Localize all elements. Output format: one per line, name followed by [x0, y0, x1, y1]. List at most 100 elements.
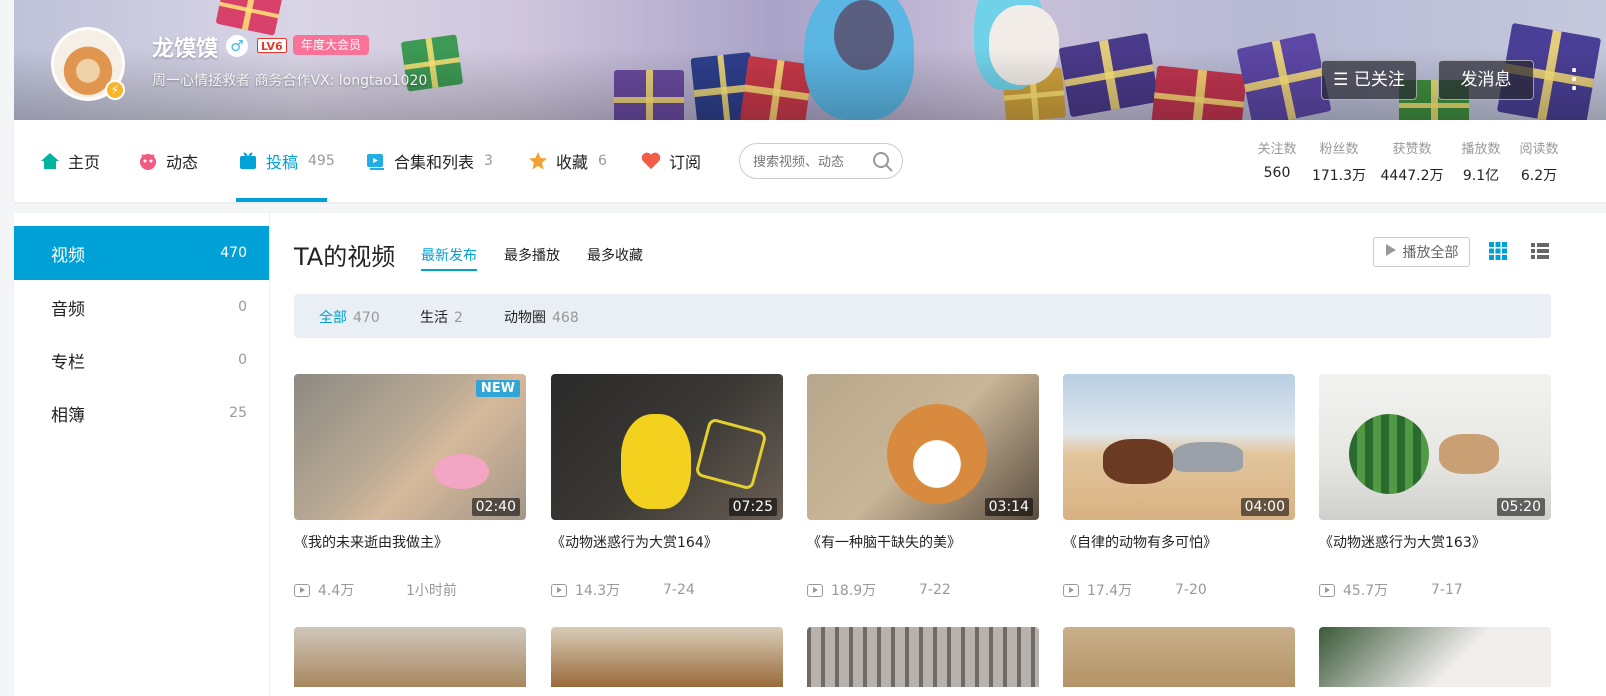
category-filter-bar: 全部 470 生活 2 动物圈 468 [294, 294, 1551, 338]
video-duration: 05:20 [1496, 498, 1545, 516]
filter-label: 生活 [420, 310, 448, 326]
search-input[interactable] [753, 152, 863, 172]
stat-reads-value: 6.2万 [1520, 168, 1558, 184]
video-title[interactable]: 《动物迷惑行为大赏163》 [1319, 532, 1551, 552]
video-thumbnail[interactable] [807, 627, 1039, 687]
video-title[interactable]: 《有一种脑干缺失的美》 [807, 532, 1039, 552]
sort-latest[interactable]: 最新发布 [421, 245, 477, 271]
video-meta: 45.7万 7-17 [1319, 580, 1551, 600]
stat-fans-label: 粉丝数 [1319, 142, 1359, 157]
stat-following-value: 560 [1263, 165, 1291, 181]
tab-favorite-count: 6 [598, 153, 607, 169]
stat-plays-label: 播放数 [1461, 142, 1501, 157]
sidebar-item-count: 0 [238, 299, 247, 315]
tab-favorite-label: 收藏 [556, 153, 589, 172]
filter-label: 全部 [319, 310, 347, 326]
content-area: 视频 470 音频 0 专栏 0 相簿 25 TA的视频 最新发布 最多播放 最… [14, 213, 1606, 696]
user-sign: 周一心情拯救者 商务合作VX: longtao1020 [152, 73, 428, 89]
video-thumbnail[interactable] [294, 627, 526, 687]
video-title[interactable]: 《动物迷惑行为大赏164》 [551, 532, 783, 552]
filter-count: 470 [353, 310, 380, 326]
search-box[interactable] [739, 143, 903, 179]
video-thumbnail[interactable]: NEW 02:40 [294, 374, 526, 520]
play-icon [1385, 243, 1397, 261]
sidebar-item-label: 专栏 [51, 352, 85, 373]
video-date: 7-24 [663, 582, 695, 598]
video-card[interactable]: 07:25 《动物迷惑行为大赏164》 14.3万 7-24 [551, 374, 783, 599]
vip-badge[interactable]: 年度大会员 [293, 35, 370, 55]
video-card[interactable]: 04:00 《自律的动物有多可怕》 17.4万 7-20 [1063, 374, 1295, 599]
stat-following[interactable]: 关注数 560 [1254, 138, 1300, 181]
favorite-icon [528, 151, 548, 171]
video-title[interactable]: 《自律的动物有多可怕》 [1063, 532, 1295, 552]
menu-icon: ☰ [1333, 70, 1354, 90]
tab-subscribe-label: 订阅 [669, 153, 702, 172]
video-thumbnail[interactable] [1319, 627, 1551, 687]
list-view-icon[interactable] [1530, 241, 1550, 265]
filter-label: 动物圈 [504, 310, 546, 326]
video-date: 7-17 [1431, 582, 1463, 598]
stat-likes: 获赞数 4447.2万 [1378, 138, 1446, 185]
tab-subscribe[interactable]: 订阅 [641, 120, 701, 202]
stat-fans[interactable]: 粉丝数 171.3万 [1310, 138, 1368, 185]
play-all-button[interactable]: 播放全部 [1373, 237, 1470, 267]
video-thumbnail[interactable] [1063, 627, 1295, 687]
play-count-icon [294, 583, 310, 597]
stat-plays-value: 9.1亿 [1462, 168, 1500, 184]
tab-home-label: 主页 [68, 153, 101, 172]
filter-count: 468 [552, 310, 579, 326]
sidebar-item-count: 470 [220, 245, 247, 261]
video-card[interactable]: 05:20 《动物迷惑行为大赏163》 45.7万 7-17 [1319, 374, 1551, 599]
tab-home[interactable]: 主页 [40, 120, 100, 202]
tab-dynamic[interactable]: 动态 [138, 120, 198, 202]
video-date: 7-22 [919, 582, 951, 598]
video-thumbnail[interactable]: 07:25 [551, 374, 783, 520]
video-thumbnail[interactable]: 03:14 [807, 374, 1039, 520]
heart-icon [641, 151, 661, 171]
video-views: 45.7万 [1343, 583, 1389, 599]
collection-icon [366, 151, 386, 171]
video-date: 7-20 [1175, 582, 1207, 598]
sidebar-item-album[interactable]: 相簿 25 [14, 386, 269, 440]
video-title[interactable]: 《我的未来逝由我做主》 [294, 532, 526, 552]
play-count-icon [1319, 583, 1335, 597]
new-badge: NEW [475, 380, 520, 397]
video-thumbnail[interactable] [551, 627, 783, 687]
tab-favorite[interactable]: 收藏 6 [528, 120, 607, 202]
sort-most-favorited[interactable]: 最多收藏 [587, 245, 643, 265]
filter-animals[interactable]: 动物圈 468 [504, 307, 579, 327]
space-nav: 主页 动态 投稿 495 合集和列表 3 收藏 6 订阅 搜索视频、动态 关注数… [14, 120, 1606, 202]
sidebar-item-label: 相簿 [51, 405, 85, 426]
sidebar-item-audio[interactable]: 音频 0 [14, 280, 269, 334]
video-thumbnail[interactable]: 05:20 [1319, 374, 1551, 520]
video-views: 4.4万 [318, 583, 355, 599]
video-card[interactable]: NEW 02:40 《我的未来逝由我做主》 4.4万 1小时前 [294, 374, 526, 599]
video-meta: 17.4万 7-20 [1063, 580, 1295, 600]
tab-upload[interactable]: 投稿 495 [238, 120, 335, 202]
stat-fans-value: 171.3万 [1311, 168, 1367, 184]
video-list-panel: TA的视频 最新发布 最多播放 最多收藏 播放全部 全部 470 生活 2 动物… [270, 213, 1606, 696]
sort-most-played[interactable]: 最多播放 [504, 245, 560, 265]
search-icon[interactable] [872, 151, 894, 177]
video-duration: 07:25 [728, 498, 777, 516]
video-card[interactable]: 03:14 《有一种脑干缺失的美》 18.9万 7-22 [807, 374, 1039, 599]
filter-all[interactable]: 全部 470 [319, 307, 380, 327]
sidebar-item-label: 视频 [51, 245, 85, 266]
send-message-button[interactable]: 发消息 [1438, 60, 1534, 100]
filter-life[interactable]: 生活 2 [420, 307, 463, 327]
video-duration: 02:40 [471, 498, 520, 516]
grid-view-icon[interactable] [1488, 241, 1508, 265]
tab-collection[interactable]: 合集和列表 3 [366, 120, 493, 202]
followed-button[interactable]: ☰ 已关注 [1321, 60, 1417, 100]
video-views: 14.3万 [575, 583, 621, 599]
sidebar-item-video[interactable]: 视频 470 [14, 226, 269, 280]
play-count-icon [551, 583, 567, 597]
video-thumbnail[interactable]: 04:00 [1063, 374, 1295, 520]
sidebar-item-article[interactable]: 专栏 0 [14, 333, 269, 387]
stat-plays: 播放数 9.1亿 [1456, 138, 1506, 185]
username[interactable]: 龙馍馍 [152, 31, 218, 63]
video-duration: 04:00 [1240, 498, 1289, 516]
more-icon[interactable]: · · · [1569, 60, 1579, 98]
page-title: TA的视频 [294, 243, 396, 271]
sidebar-item-label: 音频 [51, 299, 85, 320]
